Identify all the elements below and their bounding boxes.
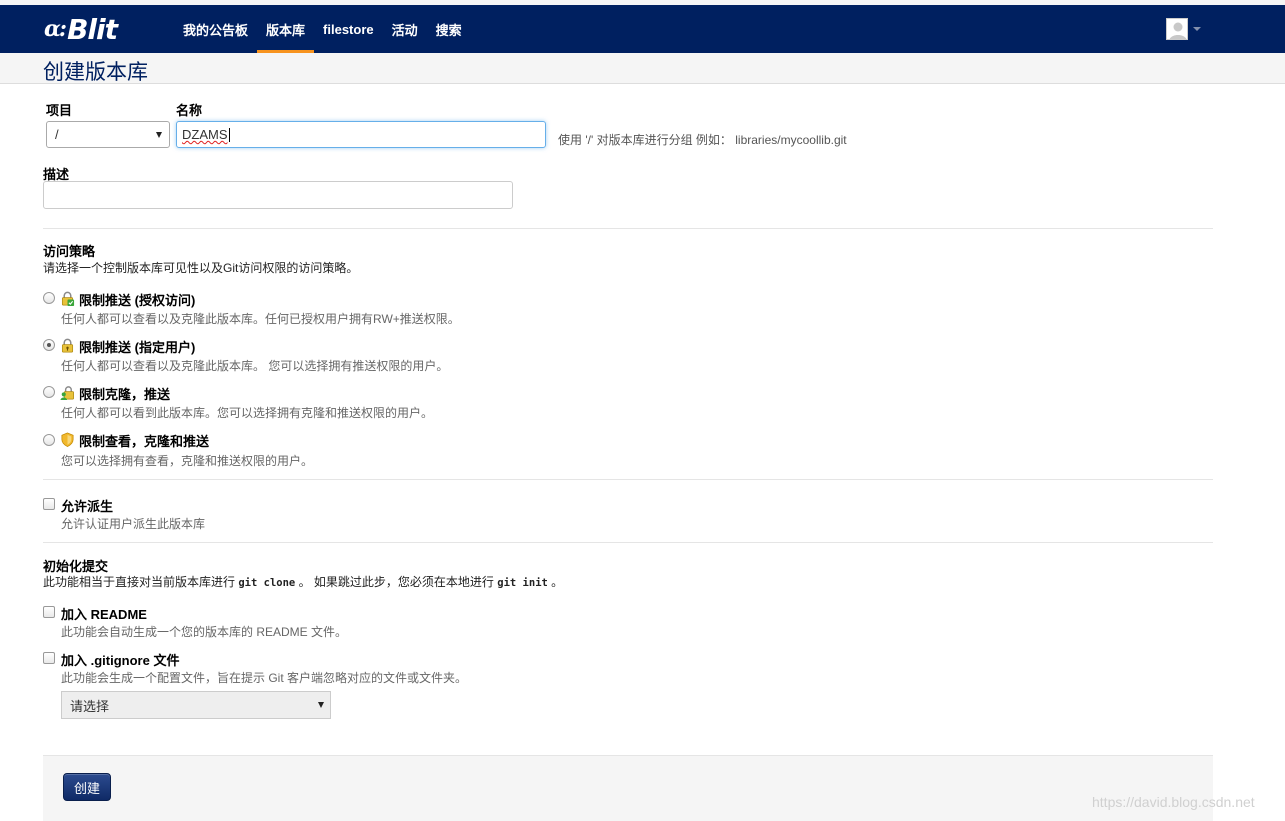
project-select-value: / <box>55 127 59 142</box>
shield-icon <box>61 432 74 447</box>
add-readme-checkbox[interactable] <box>43 606 55 618</box>
name-hint: 使用 '/' 对版本库进行分组 例如： libraries/mycoollib.… <box>558 133 847 147</box>
user-silhouette-icon <box>1167 19 1187 39</box>
access-option-desc: 任何人都可以看到此版本库。您可以选择拥有克隆和推送权限的用户。 <box>61 406 434 420</box>
divider <box>43 479 1213 480</box>
git-init-code: git init <box>497 577 548 589</box>
dropdown-arrow-icon <box>156 131 162 138</box>
nav-item-filestore[interactable]: filestore <box>314 5 383 53</box>
brand-logo[interactable]: ɑ: Blit <box>44 11 118 47</box>
description-input[interactable] <box>43 181 513 209</box>
divider <box>43 542 1213 543</box>
allow-fork-label: 允许派生 <box>61 499 114 514</box>
access-radio-authenticated[interactable] <box>43 292 55 304</box>
add-gitignore-label: 加入 .gitignore 文件 <box>61 653 180 668</box>
text-cursor <box>228 127 230 142</box>
access-option-label: 限制克隆，推送 <box>79 387 171 402</box>
nav-item-search[interactable]: 搜索 <box>427 5 471 53</box>
brand-mark: ɑ: <box>44 16 67 42</box>
access-option-desc: 任何人都可以查看以及克隆此版本库。任何已授权用户拥有RW+推送权限。 <box>61 312 460 326</box>
avatar[interactable] <box>1166 18 1188 40</box>
watermark: https://david.blog.csdn.net <box>1092 794 1255 810</box>
nav-item-repositories[interactable]: 版本库 <box>257 5 315 53</box>
add-gitignore-checkbox[interactable] <box>43 652 55 664</box>
git-clone-code: git clone <box>238 577 296 589</box>
brand-name: Blit <box>67 12 118 46</box>
nav-item-dashboard[interactable]: 我的公告板 <box>174 5 257 53</box>
access-description: 请选择一个控制版本库可见性以及Git访问权限的访问策略。 <box>43 261 359 275</box>
main-nav: 我的公告板 版本库 filestore 活动 搜索 <box>174 5 471 53</box>
gitignore-select-value: 请选择 <box>70 698 110 714</box>
page-header: 创建版本库 <box>0 53 1285 84</box>
access-option-label: 限制查看，克隆和推送 <box>79 434 210 449</box>
page-title: 创建版本库 <box>43 61 148 84</box>
add-readme-label: 加入 README <box>61 607 147 622</box>
init-desc-text: 此功能相当于直接对当前版本库进行 <box>43 575 239 589</box>
project-label: 项目 <box>46 103 73 118</box>
nav-item-activity[interactable]: 活动 <box>383 5 427 53</box>
user-menu[interactable] <box>1166 18 1201 40</box>
init-desc-text: 。 如果跳过此步，您必须在本地进行 <box>295 575 498 589</box>
navbar: ɑ: Blit 我的公告板 版本库 filestore 活动 搜索 <box>0 5 1285 53</box>
add-gitignore-desc: 此功能会生成一个配置文件，旨在提示 Git 客户端忽略对应的文件或文件夹。 <box>61 671 468 685</box>
add-readme-desc: 此功能会自动生成一个您的版本库的 README 文件。 <box>61 625 348 639</box>
divider <box>43 228 1213 229</box>
dropdown-arrow-icon <box>318 702 324 708</box>
init-desc-text: 。 <box>547 575 564 589</box>
allow-fork-desc: 允许认证用户派生此版本库 <box>61 517 206 531</box>
access-radio-clone[interactable] <box>43 339 55 351</box>
name-input-value: DZAMS <box>182 127 228 142</box>
chevron-down-icon <box>1193 27 1201 31</box>
project-select[interactable]: / <box>46 121 170 148</box>
gitignore-select[interactable]: 请选择 <box>61 691 331 719</box>
lock-green-icon <box>61 291 75 306</box>
access-option-desc: 任何人都可以查看以及克隆此版本库。 您可以选择拥有推送权限的用户。 <box>61 359 449 373</box>
name-input[interactable]: DZAMS <box>176 121 546 148</box>
init-commit-description: 此功能相当于直接对当前版本库进行 git clone 。 如果跳过此步，您必须在… <box>43 573 563 590</box>
access-option-desc: 您可以选择拥有查看，克隆和推送权限的用户。 <box>61 454 314 468</box>
access-radio-view[interactable] <box>43 386 55 398</box>
access-radio-private[interactable] <box>43 434 55 446</box>
name-label: 名称 <box>176 103 203 118</box>
lock-user-icon <box>60 386 74 400</box>
access-title: 访问策略 <box>43 244 96 259</box>
access-option-label: 限制推送 (授权访问) <box>79 293 196 308</box>
create-button[interactable]: 创建 <box>63 773 111 801</box>
allow-fork-checkbox[interactable] <box>43 498 55 510</box>
access-option-label: 限制推送 (指定用户) <box>79 340 196 355</box>
lock-yellow-icon <box>61 338 74 353</box>
form-actions: 创建 <box>43 755 1213 821</box>
